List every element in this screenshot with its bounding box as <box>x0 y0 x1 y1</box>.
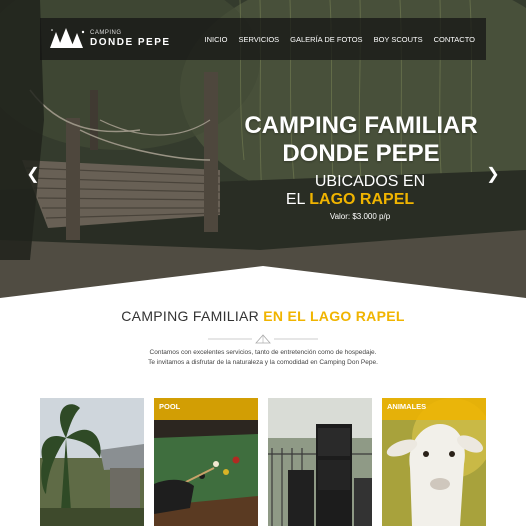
service-card-pool[interactable]: POOL <box>154 398 258 526</box>
tent-divider-icon <box>208 334 318 344</box>
nav-item-galeria[interactable]: GALERÍA DE FOTOS <box>290 35 362 44</box>
service-card-garden[interactable] <box>40 398 144 526</box>
nav-item-servicios[interactable]: SERVICIOS <box>238 35 279 44</box>
trees-logo-icon <box>50 28 85 48</box>
nav-item-boy-scouts[interactable]: BOY SCOUTS <box>374 35 423 44</box>
hero-subtitle-line2: EL LAGO RAPEL <box>250 190 450 210</box>
speakers-photo <box>268 398 372 526</box>
card-label-animales: ANIMALES <box>382 398 486 420</box>
card-label-pool: POOL <box>154 398 258 420</box>
nav-menu: INICIO SERVICIOS GALERÍA DE FOTOS BOY SC… <box>205 35 486 44</box>
nav-item-inicio[interactable]: INICIO <box>205 35 228 44</box>
hero-subtitle-line1: UBICADOS EN <box>314 173 426 190</box>
logo-subtitle: CAMPING <box>90 30 122 36</box>
chevron-left-icon[interactable]: ❮ <box>26 166 40 184</box>
section-title-accent: EN EL LAGO RAPEL <box>263 308 405 324</box>
hero-subtitle-accent: LAGO RAPEL <box>309 191 415 208</box>
hero-title-line1: CAMPING FAMILIAR <box>244 112 478 139</box>
service-card-sound[interactable] <box>268 398 372 526</box>
intro-line1: Contamos con excelentes servicios, tanto… <box>149 349 377 356</box>
hero-title: CAMPING FAMILIAR DONDE PEPE <box>228 112 494 168</box>
top-navbar: CAMPING DONDE PEPE INICIO SERVICIOS GALE… <box>40 18 486 60</box>
palm-tree-photo <box>40 398 144 526</box>
logo-title: DONDE PEPE <box>90 37 171 48</box>
intro-line2: Te invitamos a disfrutar de la naturalez… <box>148 359 378 366</box>
site-logo[interactable]: CAMPING DONDE PEPE <box>50 18 193 60</box>
section-title: CAMPING FAMILIAR EN EL LAGO RAPEL <box>0 308 526 324</box>
hero-subtitle-prefix: EL <box>285 191 310 208</box>
intro-text: Contamos con excelentes servicios, tanto… <box>0 348 526 368</box>
hero-bottom-wedge <box>0 266 526 310</box>
hero-title-line2: DONDE PEPE <box>282 140 440 167</box>
chevron-right-icon[interactable]: ❯ <box>486 166 500 184</box>
nav-item-contacto[interactable]: CONTACTO <box>434 35 475 44</box>
service-card-animales[interactable]: ANIMALES <box>382 398 486 526</box>
section-title-prefix: CAMPING FAMILIAR <box>121 308 264 324</box>
hero-price: Valor: $3.000 p/p <box>329 212 391 221</box>
